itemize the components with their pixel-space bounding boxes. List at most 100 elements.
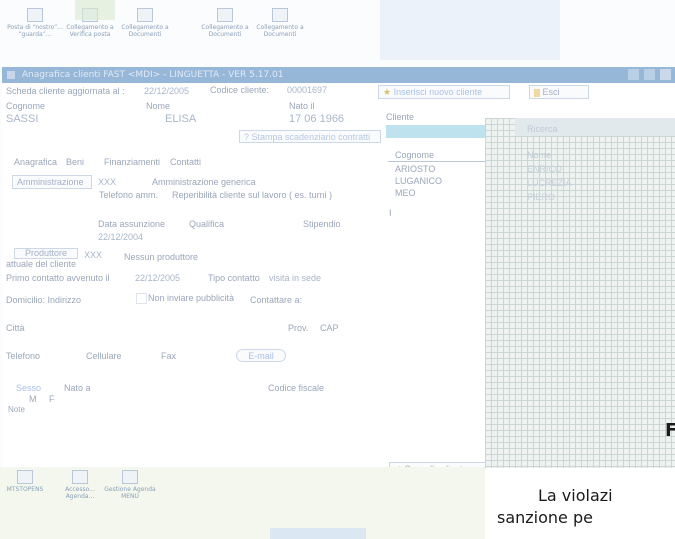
producer-button[interactable]: Produttore — [14, 248, 78, 259]
list-item[interactable]: I — [389, 208, 392, 218]
desktop-icon-documents-3[interactable]: Collegamento a Documenti — [245, 8, 315, 38]
taskbar-button[interactable] — [270, 528, 366, 539]
print-deadlines-label: Stampa scadenziario contratti — [251, 132, 371, 142]
shortcut-icon — [17, 470, 33, 484]
shortcut-icon — [137, 8, 153, 22]
updated-value: 22/12/2005 — [144, 86, 190, 96]
print-icon: ? — [244, 132, 250, 142]
first-contact-value[interactable]: 22/12/2005 — [135, 273, 180, 283]
hire-date-value[interactable]: 22/12/2004 — [98, 232, 143, 242]
tax-code-label: Codice fiscale — [268, 383, 325, 393]
window-controls — [626, 69, 671, 86]
exit-label: Esci — [542, 87, 560, 97]
desktop-icon-label: Collegamento a Verifica posta — [66, 24, 114, 38]
insert-client-label: Inserisci nuovo cliente — [393, 87, 483, 97]
birth-label: Nato il — [289, 101, 315, 111]
overlay-line-1: La violazi — [538, 486, 613, 505]
no-ads-checkbox[interactable] — [136, 293, 147, 304]
desktop-icon-label: MTSTOPENS — [6, 486, 44, 493]
window-title: Anagrafica clienti FAST <MDI> - LINGUETT… — [21, 70, 284, 80]
overlay-line-2: sanzione pe — [497, 508, 593, 527]
exit-icon — [534, 88, 540, 97]
desktop-decoration — [75, 0, 115, 20]
name-label: Nome — [146, 101, 171, 111]
sex-option-f[interactable]: F — [49, 394, 55, 404]
list-column-surname: Cognome — [395, 150, 435, 160]
surname-field[interactable]: SASSI — [6, 113, 38, 125]
desktop-icon-bottom-2[interactable]: Accesso... Agenda... — [55, 470, 105, 500]
surname-label: Cognome — [6, 101, 46, 111]
desktop-icon-bottom-1[interactable]: MTSTOPENS — [0, 470, 50, 493]
print-deadlines-button[interactable]: ? Stampa scadenziario contratti — [239, 130, 381, 143]
reachability-label: Reperibilità cliente sul lavoro ( es. tu… — [172, 190, 333, 200]
minimize-button[interactable] — [628, 69, 640, 80]
notes-label: Note — [8, 405, 25, 414]
tab-beni[interactable]: Beni — [66, 157, 84, 167]
close-button[interactable] — [660, 69, 671, 80]
window-titlebar: Anagrafica clienti FAST <MDI> - LINGUETT… — [2, 67, 675, 83]
list-header-divider — [388, 161, 498, 162]
contact-at-label: Contattare a: — [250, 295, 303, 305]
hire-date-label: Data assunzione — [98, 219, 166, 229]
name-field[interactable]: ELISA — [165, 113, 196, 125]
shortcut-icon — [217, 8, 233, 22]
province-label: Prov. — [288, 323, 309, 333]
overlay-row: LUCREZIA — [527, 178, 572, 188]
no-ads-label: Non inviare pubblicità — [148, 293, 235, 303]
phone-label: Telefono — [6, 351, 41, 361]
sex-option-m[interactable]: M — [29, 394, 37, 404]
administration-generic: Amministrazione generica — [152, 177, 256, 187]
client-code-label: Codice cliente: — [210, 85, 270, 95]
administration-label: Amministrazione — [17, 177, 84, 187]
tab-contatti[interactable]: Contatti — [170, 157, 201, 167]
desktop-icon-label: Gestione Agenda MENU — [104, 486, 156, 500]
desktop-decoration — [380, 0, 560, 60]
birth-date-field[interactable]: 17 06 1966 — [289, 113, 344, 125]
qualifica-label: Qualifica — [189, 219, 225, 229]
desktop-icon-bottom-3[interactable]: Gestione Agenda MENU — [100, 470, 160, 500]
sex-label: Sesso — [16, 383, 42, 393]
tab-anagrafica[interactable]: Anagrafica — [14, 157, 57, 167]
contact-type-value[interactable]: visita in sede — [269, 273, 321, 283]
stipendio-label: Stipendio — [303, 219, 341, 229]
mobile-label: Cellulare — [86, 351, 122, 361]
producer-caption: attuale del cliente — [6, 259, 77, 269]
desktop-icon-label: Collegamento a Documenti — [256, 24, 304, 38]
app-icon — [7, 70, 15, 79]
first-contact-label: Primo contatto avvenuto il — [6, 273, 110, 283]
client-code-value: 00001697 — [287, 85, 328, 95]
updated-label: Scheda cliente aggiornata al : — [6, 86, 125, 96]
tab-finanziamenti[interactable]: Finanziamenti — [104, 157, 160, 167]
client-search-label: Cliente — [386, 112, 415, 122]
mail-icon — [27, 8, 43, 22]
desktop-icon-documents-1[interactable]: Collegamento a Documenti — [110, 8, 180, 38]
email-button[interactable]: E-mail — [236, 349, 286, 362]
list-item[interactable]: LUGANICO — [395, 176, 442, 186]
maximize-button[interactable] — [644, 69, 656, 80]
fax-label: Fax — [161, 351, 177, 361]
administration-code: XXX — [98, 177, 117, 187]
domicile-label: Domicilio: Indirizzo — [6, 295, 82, 305]
cap-label: CAP — [320, 323, 339, 333]
contact-type-label: Tipo contatto — [208, 273, 260, 283]
list-item[interactable]: MEO — [395, 188, 416, 198]
producer-value: Nessun produttore — [124, 252, 199, 262]
overlay-panel: Ricerca Nome ENRICO LUCREZIA PIERO F La … — [485, 118, 675, 539]
insert-client-button[interactable]: ★ Inserisci nuovo cliente — [378, 85, 510, 99]
producer-code: XXX — [84, 250, 103, 260]
producer-button-label: Produttore — [24, 248, 68, 258]
overlay-col-name: Nome — [527, 150, 552, 160]
exit-button[interactable]: Esci — [529, 85, 589, 99]
overlay-heading-letter: F — [665, 420, 675, 441]
administration-button[interactable]: Amministrazione — [12, 175, 92, 189]
overlay-col-search: Ricerca — [527, 124, 558, 134]
administration-phone-label: Telefono amm. — [99, 190, 159, 200]
born-at-label: Nato a — [64, 383, 91, 393]
user-add-icon: ★ — [383, 87, 392, 97]
desktop-icon-label: Collegamento a Documenti — [121, 24, 169, 38]
list-item[interactable]: ARIOSTO — [395, 164, 435, 174]
shortcut-icon — [272, 8, 288, 22]
overlay-row: PIERO — [527, 192, 556, 202]
city-label: Città — [6, 323, 25, 333]
shortcut-icon — [122, 470, 138, 484]
